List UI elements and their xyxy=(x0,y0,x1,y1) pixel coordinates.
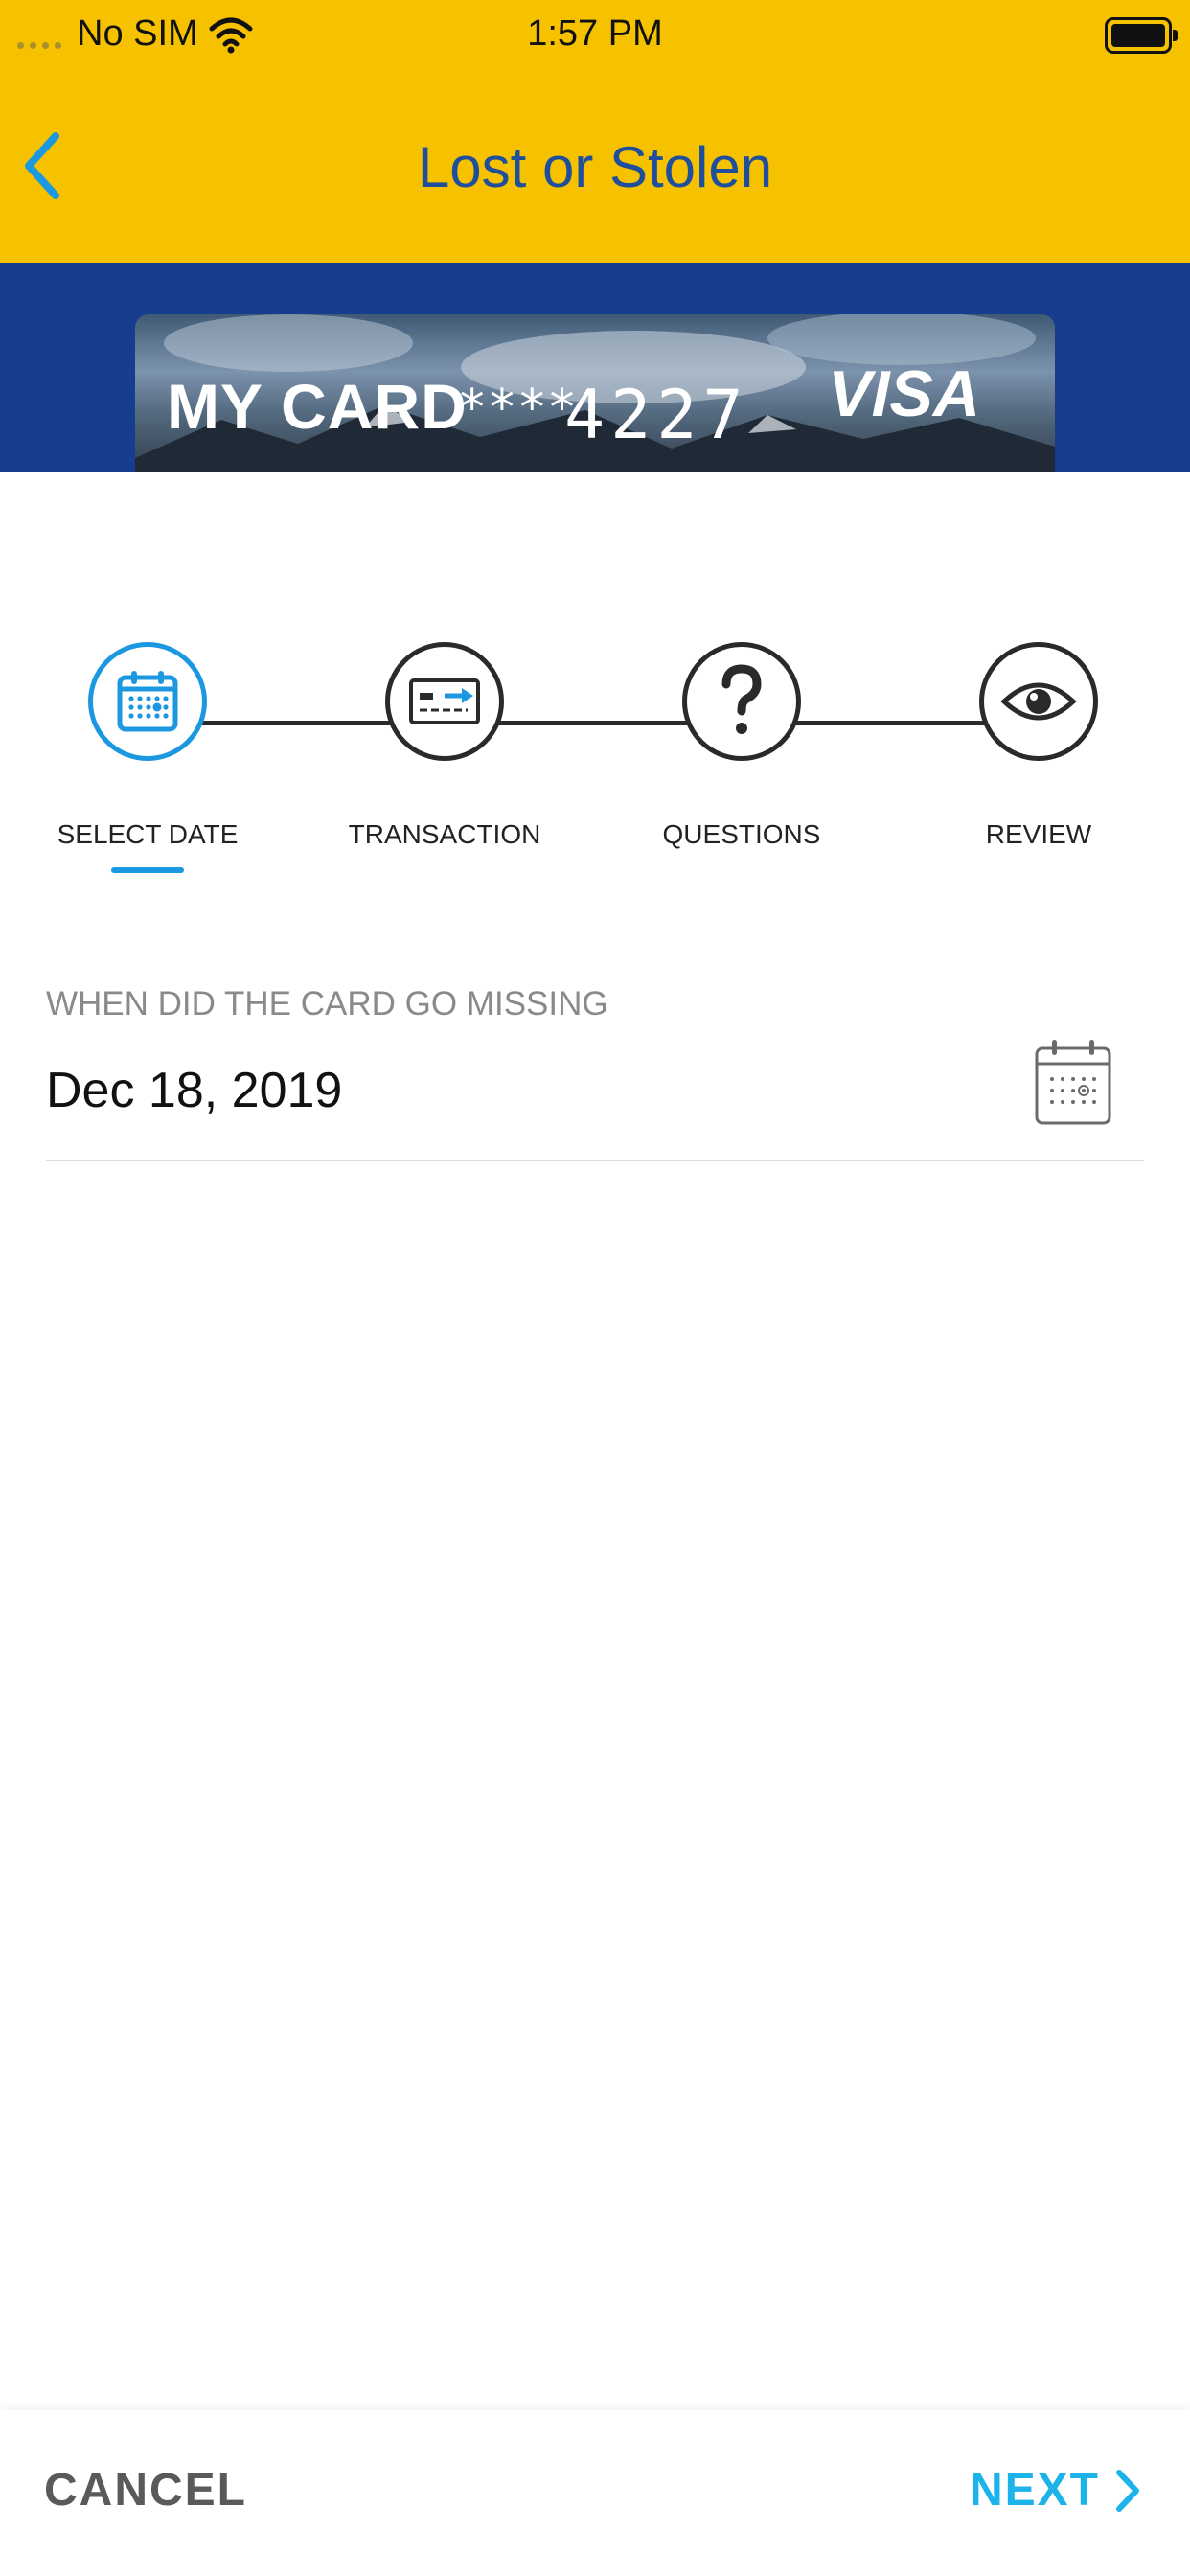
card-banner: MY CARD **** 4227 VISA xyxy=(0,263,1190,472)
progress-stepper: SELECT DATE TRANSACTION QUESTIONS REVIEW xyxy=(0,642,1190,882)
calendar-icon[interactable] xyxy=(1033,1035,1113,1127)
step-transaction[interactable] xyxy=(385,642,504,761)
card-transfer-icon xyxy=(409,678,480,724)
calendar-icon xyxy=(117,671,178,732)
footer-bar: CANCEL NEXT xyxy=(0,2410,1190,2576)
next-button-label: NEXT xyxy=(969,2465,1100,2516)
app-header: No SIM 1:57 PM Lost or Stolen xyxy=(0,0,1190,263)
step-connector xyxy=(795,721,987,725)
battery-icon xyxy=(1105,17,1178,54)
step-label-questions: QUESTIONS xyxy=(662,819,821,849)
cancel-button[interactable]: CANCEL xyxy=(44,2464,247,2517)
step-questions[interactable] xyxy=(682,642,801,761)
question-mark-icon xyxy=(721,664,762,734)
active-step-indicator xyxy=(111,867,184,873)
step-connector xyxy=(498,721,690,725)
chevron-right-icon xyxy=(1116,2469,1139,2512)
step-label-review: REVIEW xyxy=(985,819,1092,849)
date-field[interactable]: Dec 18, 2019 xyxy=(46,1062,342,1119)
field-divider xyxy=(46,1160,1144,1162)
step-label-select-date: SELECT DATE xyxy=(57,819,239,849)
card-preview: MY CARD **** 4227 VISA xyxy=(135,314,1055,472)
eye-icon xyxy=(1000,682,1077,721)
step-review[interactable] xyxy=(979,642,1098,761)
step-connector xyxy=(201,721,393,725)
status-bar: No SIM 1:57 PM xyxy=(0,0,1190,69)
date-field-label: WHEN DID THE CARD GO MISSING xyxy=(46,985,608,1023)
step-label-transaction: TRANSACTION xyxy=(348,819,541,849)
card-number-mask: **** xyxy=(457,380,578,437)
step-select-date[interactable] xyxy=(88,642,207,761)
visa-logo: VISA xyxy=(828,357,980,430)
card-name: MY CARD xyxy=(167,371,468,442)
status-time: 1:57 PM xyxy=(527,13,663,54)
card-last-four: 4227 xyxy=(564,376,749,454)
next-button[interactable]: NEXT xyxy=(970,2464,1140,2517)
page-title: Lost or Stolen xyxy=(417,135,773,199)
